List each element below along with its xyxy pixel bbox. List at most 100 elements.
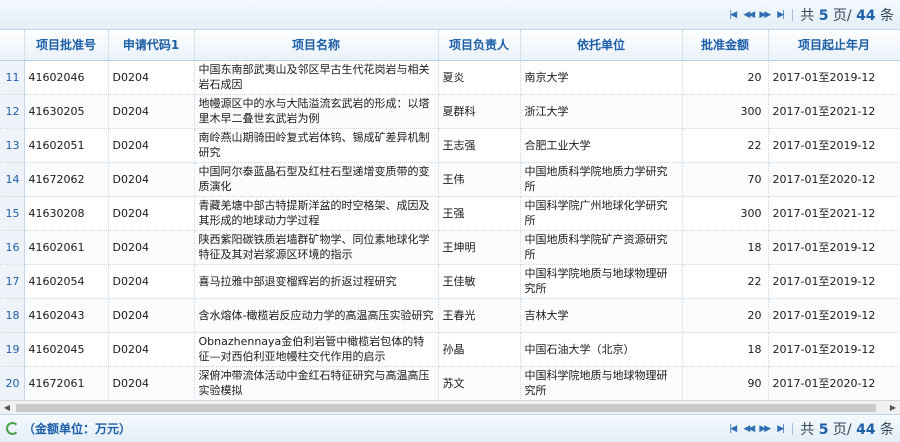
cell-pi: 王伟 xyxy=(438,162,521,197)
cell-code: D0204 xyxy=(108,162,195,197)
cell-pi: 孙晶 xyxy=(438,332,521,367)
cell-org: 中国科学院广州地球化学研究所 xyxy=(520,196,683,231)
pager-divider xyxy=(792,8,794,21)
first-page-icon[interactable]: |◀ xyxy=(725,8,739,22)
cell-org: 中国科学院地质与地球物理研究所 xyxy=(520,264,683,299)
cell-amount: 20 xyxy=(682,298,769,333)
cell-id: 41602043 xyxy=(24,298,109,333)
next-page-icon[interactable]: ▶▶ xyxy=(757,422,771,436)
cell-period: 2017-01至2020-12 xyxy=(768,162,900,197)
scroll-left-icon[interactable]: ◀ xyxy=(0,401,14,415)
cell-code: D0204 xyxy=(108,196,195,231)
pager-total-bottom: 共 5 页/ 44 条 xyxy=(800,421,894,438)
cell-period: 2017-01至2021-12 xyxy=(768,94,900,129)
row-number: 12 xyxy=(0,94,25,129)
first-page-icon[interactable]: |◀ xyxy=(725,422,739,436)
table-row[interactable]: 12 41630205 D0204 地幔源区中的水与大陆溢流玄武岩的形成：以塔里… xyxy=(0,94,900,129)
col-header-amount[interactable]: 批准金额 xyxy=(682,30,769,61)
cell-amount: 22 xyxy=(682,264,769,299)
cell-code: D0204 xyxy=(108,128,195,163)
cell-id: 41602061 xyxy=(24,230,109,265)
prev-page-icon[interactable]: ◀◀ xyxy=(741,8,755,22)
cell-amount: 18 xyxy=(682,230,769,265)
cell-pi: 王坤明 xyxy=(438,230,521,265)
cell-pi: 夏群科 xyxy=(438,94,521,129)
col-header-period[interactable]: 项目起止年月 xyxy=(768,30,900,61)
cell-amount: 90 xyxy=(682,366,769,400)
cell-id: 41602051 xyxy=(24,128,109,163)
table-row[interactable]: 19 41602045 D0204 Obnazhennaya金伯利岩管中橄榄岩包… xyxy=(0,332,900,367)
col-header-id[interactable]: 项目批准号 xyxy=(24,30,109,61)
cell-org: 南京大学 xyxy=(520,60,683,95)
table-row[interactable]: 20 41672061 D0204 深俯冲带流体活动中金红石特征研究与高温高压实… xyxy=(0,366,900,400)
table-row[interactable]: 17 41602054 D0204 喜马拉雅中部退变榴辉岩的折返过程研究 王佳敏… xyxy=(0,264,900,299)
cell-code: D0204 xyxy=(108,94,195,129)
cell-name: Obnazhennaya金伯利岩管中橄榄岩包体的特征—对西伯利亚地幔柱交代作用的… xyxy=(194,332,439,367)
last-page-icon[interactable]: ▶| xyxy=(773,8,787,22)
cell-org: 浙江大学 xyxy=(520,94,683,129)
scroll-track[interactable] xyxy=(14,402,886,414)
cell-id: 41602054 xyxy=(24,264,109,299)
table-row[interactable]: 13 41602051 D0204 南岭燕山期骑田岭复式岩体钨、锡成矿差异机制研… xyxy=(0,128,900,163)
cell-period: 2017-01至2019-12 xyxy=(768,332,900,367)
cell-pi: 王强 xyxy=(438,196,521,231)
refresh-icon[interactable] xyxy=(6,422,19,435)
cell-org: 中国石油大学（北京） xyxy=(520,332,683,367)
row-number: 15 xyxy=(0,196,25,231)
cell-id: 41672061 xyxy=(24,366,109,400)
cell-period: 2017-01至2020-12 xyxy=(768,366,900,400)
cell-amount: 20 xyxy=(682,60,769,95)
table-row[interactable]: 18 41602043 D0204 含水熔体-橄榄岩反应动力学的高温高压实验研究… xyxy=(0,298,900,333)
horizontal-scrollbar[interactable]: ◀ ▶ xyxy=(0,400,900,414)
cell-name: 含水熔体-橄榄岩反应动力学的高温高压实验研究 xyxy=(194,298,439,333)
cell-period: 2017-01至2019-12 xyxy=(768,298,900,333)
table-row[interactable]: 15 41630208 D0204 青藏羌塘中部古特提斯洋盆的时空格架、成因及其… xyxy=(0,196,900,231)
pager-divider xyxy=(792,422,794,435)
cell-name: 中国阿尔泰蓝晶石型及红柱石型递增变质带的变质演化 xyxy=(194,162,439,197)
cell-name: 陕西紫阳碳铁质岩墙群矿物学、同位素地球化学特征及其对岩浆源区环境的指示 xyxy=(194,230,439,265)
pager-nav-bottom: |◀ ◀◀ ▶▶ ▶| 共 5 页/ 44 条 xyxy=(725,419,894,439)
table-row[interactable]: 11 41602046 D0204 中国东南部武夷山及邻区早古生代花岗岩与相关岩… xyxy=(0,60,900,95)
cell-amount: 18 xyxy=(682,332,769,367)
col-header-org[interactable]: 依托单位 xyxy=(520,30,683,61)
pager-total: 共 5 页/ 44 条 xyxy=(800,7,894,24)
row-number: 19 xyxy=(0,332,25,367)
prev-page-icon[interactable]: ◀◀ xyxy=(741,422,755,436)
scroll-thumb[interactable] xyxy=(16,403,876,412)
col-header-code[interactable]: 申请代码1 xyxy=(108,30,195,61)
cell-period: 2017-01至2021-12 xyxy=(768,196,900,231)
cell-org: 吉林大学 xyxy=(520,298,683,333)
cell-name: 深俯冲带流体活动中金红石特征研究与高温高压实验模拟 xyxy=(194,366,439,400)
last-page-icon[interactable]: ▶| xyxy=(773,422,787,436)
projects-grid: 项目批准号 申请代码1 项目名称 项目负责人 依托单位 批准金额 项目起止年月 … xyxy=(0,30,900,400)
cell-pi: 苏文 xyxy=(438,366,521,400)
col-header-pi[interactable]: 项目负责人 xyxy=(438,30,521,61)
col-header-name[interactable]: 项目名称 xyxy=(194,30,439,61)
cell-code: D0204 xyxy=(108,264,195,299)
cell-code: D0204 xyxy=(108,298,195,333)
cell-pi: 王志强 xyxy=(438,128,521,163)
cell-period: 2017-01至2019-12 xyxy=(768,230,900,265)
cell-name: 中国东南部武夷山及邻区早古生代花岗岩与相关岩石成因 xyxy=(194,60,439,95)
cell-code: D0204 xyxy=(108,230,195,265)
cell-period: 2017-01至2019-12 xyxy=(768,264,900,299)
cell-name: 青藏羌塘中部古特提斯洋盆的时空格架、成因及其形成的地球动力学过程 xyxy=(194,196,439,231)
cell-org: 中国地质科学院地质力学研究所 xyxy=(520,162,683,197)
cell-code: D0204 xyxy=(108,366,195,400)
cell-org: 合肥工业大学 xyxy=(520,128,683,163)
cell-period: 2017-01至2019-12 xyxy=(768,60,900,95)
cell-id: 41672062 xyxy=(24,162,109,197)
next-page-icon[interactable]: ▶▶ xyxy=(757,8,771,22)
cell-org: 中国地质科学院矿产资源研究所 xyxy=(520,230,683,265)
table-row[interactable]: 14 41672062 D0204 中国阿尔泰蓝晶石型及红柱石型递增变质带的变质… xyxy=(0,162,900,197)
cell-name: 喜马拉雅中部退变榴辉岩的折返过程研究 xyxy=(194,264,439,299)
top-pager: |◀ ◀◀ ▶▶ ▶| 共 5 页/ 44 条 xyxy=(0,0,900,30)
table-header-row: 项目批准号 申请代码1 项目名称 项目负责人 依托单位 批准金额 项目起止年月 xyxy=(0,30,900,61)
table-row[interactable]: 16 41602061 D0204 陕西紫阳碳铁质岩墙群矿物学、同位素地球化学特… xyxy=(0,230,900,265)
scroll-right-icon[interactable]: ▶ xyxy=(886,401,900,415)
cell-id: 41630205 xyxy=(24,94,109,129)
row-number: 16 xyxy=(0,230,25,265)
total-pages: 5 xyxy=(818,7,829,24)
projects-table: 项目批准号 申请代码1 项目名称 项目负责人 依托单位 批准金额 项目起止年月 … xyxy=(0,30,900,400)
amount-unit-note: （金额单位：万元） xyxy=(6,420,131,437)
